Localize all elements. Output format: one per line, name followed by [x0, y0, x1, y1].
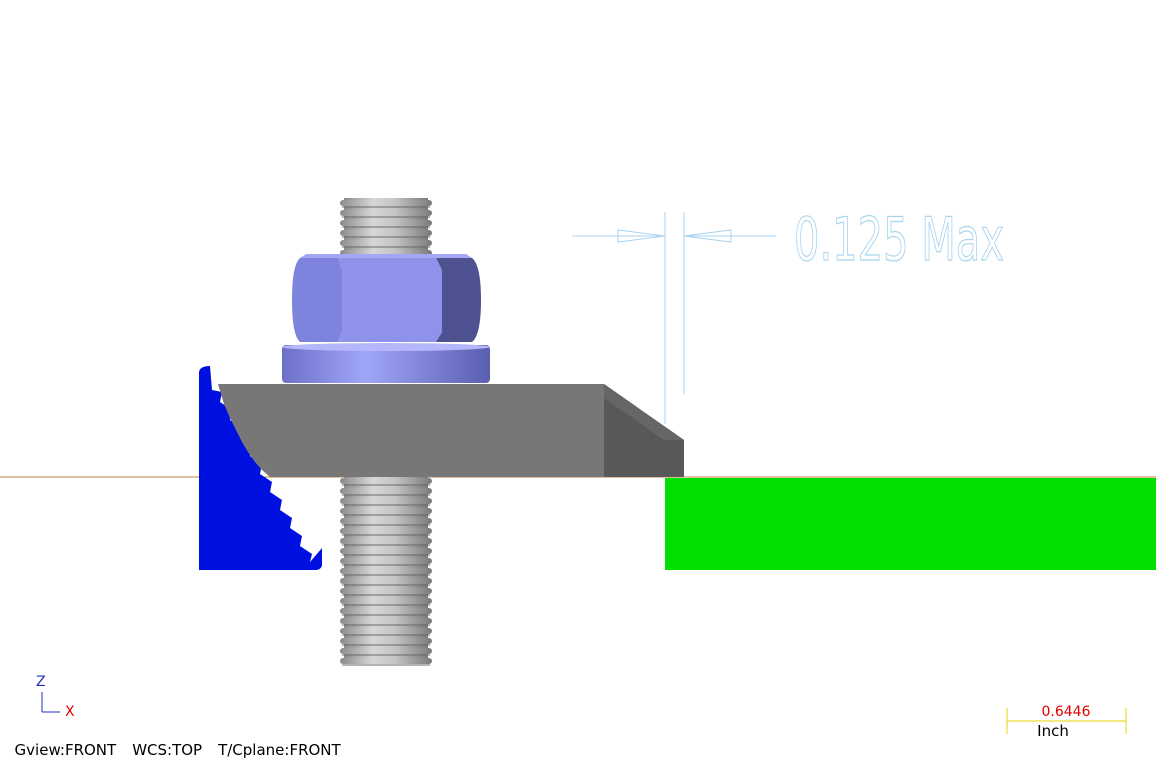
view-status-bar: Gview:FRONT WCS:TOP T/Cplane:FRONT [5, 723, 357, 759]
bolt-shank-upper[interactable] [340, 198, 432, 258]
axis-indicator [41, 692, 60, 713]
bolt-shank-lower[interactable] [340, 476, 432, 666]
gview-status: Gview:FRONT [14, 741, 117, 759]
x-axis-label: X [65, 704, 75, 720]
tcplane-status: T/Cplane:FRONT [218, 741, 341, 759]
stock-block[interactable] [665, 478, 1156, 570]
scale-value: 0.6446 [1041, 704, 1091, 720]
clamp-plate[interactable] [218, 384, 684, 477]
dimension-text: 0.125 Max [794, 205, 1004, 275]
z-axis-label: Z [36, 674, 46, 690]
washer[interactable] [282, 343, 490, 383]
graphics-viewport[interactable]: 0.125 Max [0, 0, 1156, 752]
scale-unit: Inch [1037, 722, 1069, 740]
wcs-status: WCS:TOP [132, 741, 203, 759]
hex-nut[interactable] [292, 254, 481, 342]
